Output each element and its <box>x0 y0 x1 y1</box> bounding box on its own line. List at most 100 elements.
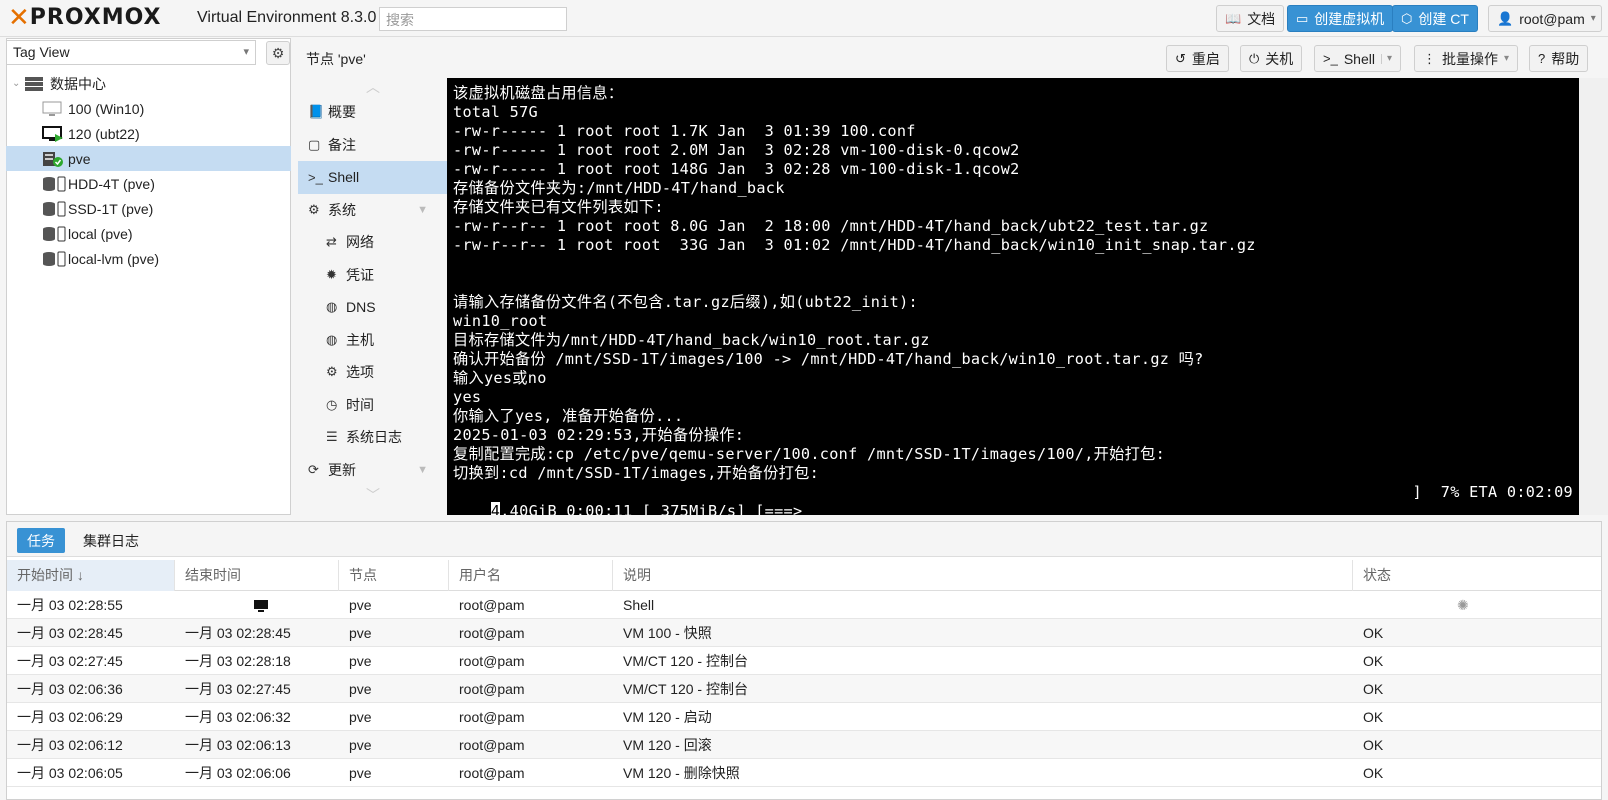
tree-item-storage-hdd[interactable]: HDD-4T (pve) <box>6 171 291 196</box>
scroll-down-icon[interactable]: ﹀ <box>298 486 448 504</box>
nav-item-notes[interactable]: ▢ 备注 <box>298 129 448 162</box>
task-row[interactable]: 一月 03 02:28:45 一月 03 02:28:45 pve root@p… <box>7 619 1601 647</box>
nav-label: 选项 <box>346 364 374 381</box>
column-end-time[interactable]: 结束时间 <box>175 560 339 591</box>
cube-icon: ⬡ <box>1401 11 1413 26</box>
tree-item-storage-ssd[interactable]: SSD-1T (pve) <box>6 196 291 221</box>
terminal-scrollbar[interactable] <box>1579 78 1608 515</box>
cell-description: VM 120 - 启动 <box>623 709 712 725</box>
progress-left: .40GiB 0:00:11 [ 375MiB/s] [===> <box>500 502 803 515</box>
tree-item-label: 100 (Win10) <box>68 100 145 117</box>
nav-item-system[interactable]: ⚙ 系统 ▼ <box>298 194 448 227</box>
task-row[interactable]: 一月 03 02:06:36 一月 03 02:27:45 pve root@p… <box>7 675 1601 703</box>
user-label: root@pam <box>1519 10 1585 27</box>
task-row[interactable]: 一月 03 02:27:45 一月 03 02:28:18 pve root@p… <box>7 647 1601 675</box>
tree-item-label: SSD-1T (pve) <box>68 200 154 217</box>
exchange-icon: ⇄ <box>326 234 337 250</box>
terminal-line: -rw-r----- 1 root root 2.0M Jan 3 02:28 … <box>453 141 1020 159</box>
nav-item-dns[interactable]: ◍ DNS <box>298 291 448 324</box>
cell-user: root@pam <box>459 765 525 781</box>
nav-item-options[interactable]: ⚙ 选项 <box>298 356 448 389</box>
task-row[interactable]: 一月 03 02:06:05 一月 03 02:06:06 pve root@p… <box>7 759 1601 787</box>
app-title: Virtual Environment 8.3.0 <box>197 9 377 26</box>
nav-item-shell[interactable]: >_ Shell <box>298 161 448 194</box>
terminal-line: win10_root <box>453 312 548 330</box>
terminal-line: 请输入存储备份文件名(不包含.tar.gz后缀),如(ubt22_init): <box>453 293 919 311</box>
terminal-line: 输入yes或no <box>453 369 547 387</box>
tab-cluster-log[interactable]: 集群日志 <box>73 528 149 553</box>
terminal-line: -rw-r----- 1 root root 1.7K Jan 3 01:39 … <box>453 122 916 140</box>
shell-button[interactable]: >_ Shell ▾ <box>1314 45 1401 72</box>
tree-item-datacenter[interactable]: ⌄ 数据中心 <box>6 71 291 96</box>
shutdown-button[interactable]: ⏻ 关机 <box>1240 45 1303 72</box>
tree-item-label: 数据中心 <box>50 75 106 92</box>
terminal-line: 存储备份文件夹为:/mnt/HDD-4T/hand_back <box>453 179 785 197</box>
scroll-up-icon[interactable]: ︿ <box>298 78 448 96</box>
tree-item-storage-local[interactable]: local (pve) <box>6 221 291 246</box>
cell-description: VM/CT 120 - 控制台 <box>623 681 748 697</box>
tree-item-node-pve[interactable]: pve <box>6 146 291 171</box>
reboot-button[interactable]: ↺ 重启 <box>1166 45 1229 72</box>
cell-user: root@pam <box>459 597 525 613</box>
task-panel: 任务 集群日志 开始时间 ↓ 结束时间 节点 用户名 说明 状态 一月 03 0… <box>6 521 1602 800</box>
view-select[interactable]: Tag View ▾ <box>6 40 256 65</box>
tree-settings-button[interactable]: ⚙ <box>266 41 290 65</box>
top-bar: ✕ PROXMOX Virtual Environment 8.3.0 搜索 📖… <box>0 0 1608 37</box>
tree-item-vm-100[interactable]: 100 (Win10) <box>6 96 291 121</box>
help-button[interactable]: ? 帮助 <box>1529 45 1589 72</box>
nav-label: 系统 <box>328 201 356 218</box>
nav-item-updates[interactable]: ⟳ 更新 ▼ <box>298 454 448 487</box>
docs-button[interactable]: 📖 文档 <box>1216 5 1285 32</box>
shell-terminal[interactable]: 该虚拟机磁盘占用信息： total 57G -rw-r----- 1 root … <box>447 78 1579 515</box>
nav-item-syslog[interactable]: ☰ 系统日志 <box>298 421 448 454</box>
tree-item-storage-local-lvm[interactable]: local-lvm (pve) <box>6 246 291 271</box>
tree-item-label: pve <box>68 150 91 167</box>
cell-node: pve <box>349 737 372 753</box>
terminal-line: 切换到:cd /mnt/SSD-1T/images,开始备份打包: <box>453 464 820 482</box>
column-description[interactable]: 说明 <box>613 560 1353 591</box>
create-vm-button[interactable]: ▭ 创建虚拟机 <box>1287 5 1394 32</box>
tab-tasks[interactable]: 任务 <box>17 528 65 553</box>
question-circle-icon: ? <box>1538 51 1546 66</box>
shell-label: Shell <box>1343 50 1375 67</box>
node-nav-menu: ︿ 📘 概要 ▢ 备注 >_ Shell ⚙ 系统 ▼ ⇄ 网络 ✹ 凭证 ◍ DNS ◍ 主机 … <box>298 78 448 515</box>
terminal-line: -rw-r----- 1 root root 148G Jan 3 02:28 … <box>453 160 1020 178</box>
tree-item-label: local (pve) <box>68 225 133 242</box>
chevron-down-icon: ▾ <box>1504 52 1510 64</box>
chevron-down-icon[interactable]: ▼ <box>417 204 428 216</box>
nav-item-network[interactable]: ⇄ 网络 <box>298 226 448 259</box>
nav-item-time[interactable]: ◷ 时间 <box>298 389 448 422</box>
cell-end: 一月 03 02:06:06 <box>185 765 291 781</box>
task-row[interactable]: 一月 03 02:06:29 一月 03 02:06:32 pve root@p… <box>7 703 1601 731</box>
column-status[interactable]: 状态 <box>1353 560 1603 591</box>
nav-label: 备注 <box>328 136 356 153</box>
task-row[interactable]: 一月 03 02:28:55 pve root@pam Shell ✺ <box>7 591 1601 619</box>
search-input[interactable]: 搜索 <box>379 7 567 31</box>
column-user[interactable]: 用户名 <box>449 560 613 591</box>
nav-item-summary[interactable]: 📘 概要 <box>298 96 448 129</box>
spinner-icon: ✺ <box>1457 597 1469 613</box>
task-row[interactable]: 一月 03 02:06:12 一月 03 02:06:13 pve root@p… <box>7 731 1601 759</box>
resource-tree: ⌄ 数据中心 100 (Win10) 120 (ubt22) pve HDD-4… <box>6 71 291 271</box>
terminal-progress-line: 4.40GiB 0:00:11 [ 375MiB/s] [===> ] 7% E… <box>453 483 1573 515</box>
column-node[interactable]: 节点 <box>339 560 449 591</box>
chevron-down-icon: ▾ <box>243 46 249 58</box>
bulk-actions-button[interactable]: ⋮ 批量操作 ▾ <box>1414 45 1519 72</box>
node-title: 节点 'pve' <box>306 51 366 67</box>
cell-start: 一月 03 02:06:12 <box>17 737 123 753</box>
node-online-icon <box>42 151 63 167</box>
proxmox-logo[interactable]: ✕ PROXMOX <box>8 4 162 32</box>
cell-description: VM/CT 120 - 控制台 <box>623 653 748 669</box>
logo-text: PROXMOX <box>29 5 162 30</box>
terminal-line: 该虚拟机磁盘占用信息： <box>453 84 624 102</box>
chevron-down-icon[interactable]: ▼ <box>417 464 428 476</box>
nav-item-certificates[interactable]: ✹ 凭证 <box>298 259 448 292</box>
gear-icon: ⚙ <box>271 45 285 61</box>
shutdown-label: 关机 <box>1265 50 1294 67</box>
user-menu-button[interactable]: 👤 root@pam ▾ <box>1488 5 1602 32</box>
create-ct-button[interactable]: ⬡ 创建 CT <box>1392 5 1478 32</box>
tree-item-vm-120[interactable]: 120 (ubt22) <box>6 121 291 146</box>
collapse-icon: ⌄ <box>12 78 21 89</box>
column-start-time[interactable]: 开始时间 ↓ <box>7 560 175 591</box>
nav-item-hosts[interactable]: ◍ 主机 <box>298 324 448 357</box>
